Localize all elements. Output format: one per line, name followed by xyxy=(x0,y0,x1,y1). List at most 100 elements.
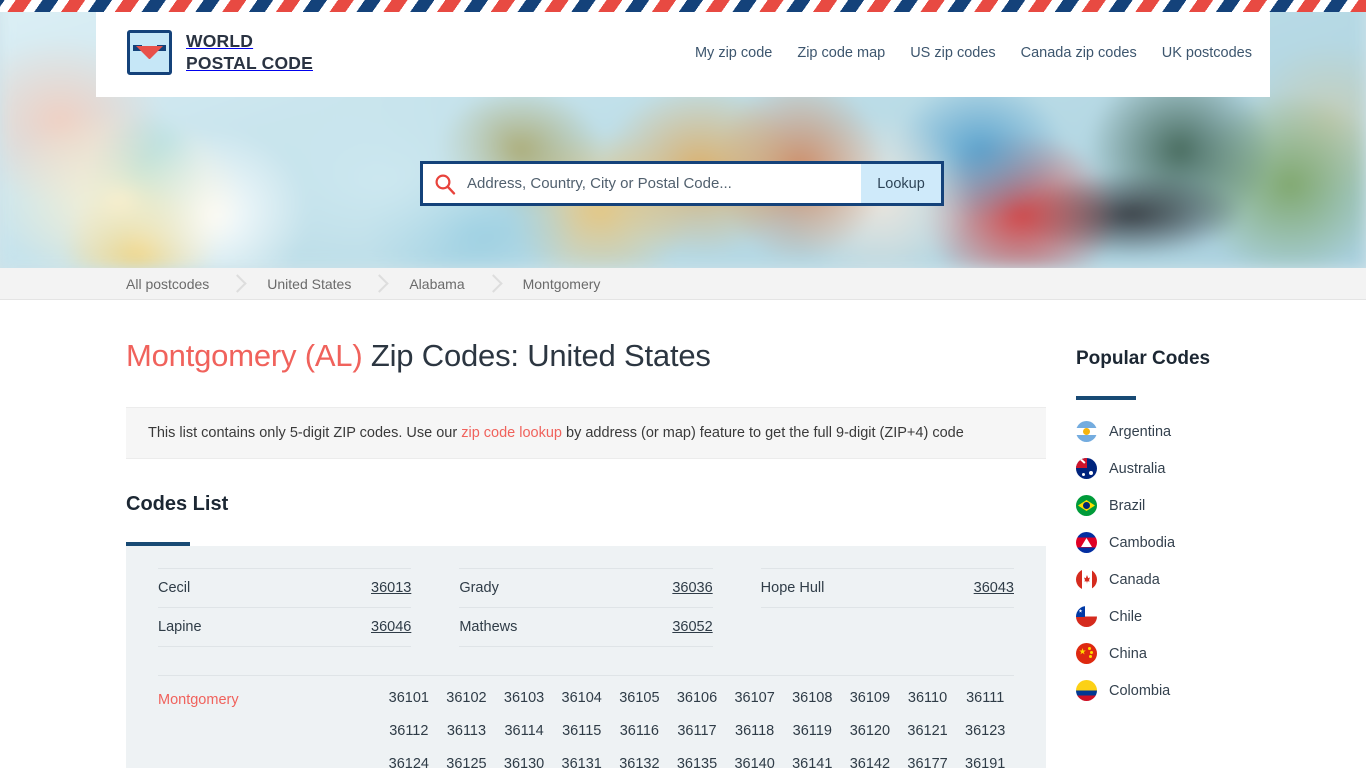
zip-code-link[interactable]: 36113 xyxy=(438,723,496,739)
zip-code-link[interactable]: 36115 xyxy=(553,723,611,739)
zip-code-link[interactable]: 36013 xyxy=(371,580,411,596)
zip-code-link[interactable]: 36132 xyxy=(611,756,669,768)
zip-code-link[interactable]: 36125 xyxy=(438,756,496,768)
sidebar-item-argentina[interactable]: Argentina xyxy=(1076,421,1340,442)
chevron-right-icon xyxy=(465,268,523,300)
zip-code-link[interactable]: 36191 xyxy=(956,756,1014,768)
zip-code-link[interactable]: 36120 xyxy=(841,723,899,739)
sidebar-item-label: Canada xyxy=(1109,571,1160,588)
zip-code-link[interactable]: 36119 xyxy=(783,723,841,739)
zip-code-link[interactable]: 36103 xyxy=(495,690,553,706)
zip-code-link[interactable]: 36118 xyxy=(726,723,784,739)
main-nav: My zip code Zip code map US zip codes Ca… xyxy=(695,45,1252,61)
notice-text-after: by address (or map) feature to get the f… xyxy=(562,425,964,441)
zip-code-link[interactable]: 36046 xyxy=(371,619,411,635)
zip-code-link[interactable]: 36116 xyxy=(611,723,669,739)
page-title-highlight: Montgomery (AL) xyxy=(126,338,363,373)
codes-column-1: Cecil 36013 Lapine 36046 xyxy=(158,568,412,647)
zip-code-link[interactable]: 36114 xyxy=(495,723,553,739)
search-bar: Lookup xyxy=(420,161,944,206)
nav-item-my-zip-code[interactable]: My zip code xyxy=(695,45,772,61)
brand-logo[interactable]: WORLD POSTAL CODE xyxy=(127,30,313,75)
zip-code-link[interactable]: 36111 xyxy=(956,690,1014,706)
zip-code-link[interactable]: 36117 xyxy=(668,723,726,739)
zip-code-link[interactable]: 36105 xyxy=(611,690,669,706)
zip-code-link[interactable]: 36052 xyxy=(672,619,712,635)
chevron-right-icon xyxy=(351,268,409,300)
nav-item-us-zip-codes[interactable]: US zip codes xyxy=(910,45,995,61)
zip-code-link[interactable]: 36124 xyxy=(380,756,438,768)
zip-code-link[interactable]: 36043 xyxy=(974,580,1014,596)
sidebar-item-brazil[interactable]: Brazil xyxy=(1076,495,1340,516)
page-title: Montgomery (AL) Zip Codes: United States xyxy=(126,338,1046,374)
table-row: Lapine 36046 xyxy=(158,608,412,647)
zip-code-link[interactable]: 36121 xyxy=(899,723,957,739)
zip-code-link[interactable]: 36101 xyxy=(380,690,438,706)
place-link[interactable]: Hope Hull xyxy=(761,580,825,596)
hero-banner: WORLD POSTAL CODE My zip code Zip code m… xyxy=(0,0,1366,268)
flag-colombia-icon xyxy=(1076,680,1097,701)
breadcrumb-item-alabama[interactable]: Alabama xyxy=(409,276,464,292)
sidebar-item-canada[interactable]: Canada xyxy=(1076,569,1340,590)
zip-code-link[interactable]: 36107 xyxy=(726,690,784,706)
codes-column-3: Hope Hull 36043 xyxy=(760,568,1014,647)
flag-china-icon xyxy=(1076,643,1097,664)
zip-code-link[interactable]: 36112 xyxy=(380,723,438,739)
place-link[interactable]: Grady xyxy=(459,580,499,596)
brand-line-1: WORLD xyxy=(186,31,254,52)
zip-code-link[interactable]: 36131 xyxy=(553,756,611,768)
envelope-icon xyxy=(127,30,172,75)
sidebar-item-colombia[interactable]: Colombia xyxy=(1076,680,1340,701)
zip-code-link[interactable]: 36108 xyxy=(783,690,841,706)
zip-code-link[interactable]: 36036 xyxy=(672,580,712,596)
brand-line-2: POSTAL CODE xyxy=(186,52,313,73)
table-row: Hope Hull 36043 xyxy=(760,568,1014,608)
table-row: Cecil 36013 xyxy=(158,568,412,608)
nav-item-canada-zip-codes[interactable]: Canada zip codes xyxy=(1021,45,1137,61)
sidebar-item-chile[interactable]: Chile xyxy=(1076,606,1340,627)
codes-column-2: Grady 36036 Mathews 36052 xyxy=(459,568,713,647)
flag-brazil-icon xyxy=(1076,495,1097,516)
zip-code-link[interactable]: 36142 xyxy=(841,756,899,768)
sidebar-accent-bar xyxy=(1076,396,1136,400)
flag-chile-icon xyxy=(1076,606,1097,627)
zip-code-link[interactable]: 36110 xyxy=(899,690,957,706)
breadcrumb-item-united-states[interactable]: United States xyxy=(267,276,351,292)
site-header: WORLD POSTAL CODE My zip code Zip code m… xyxy=(96,8,1270,97)
zip-code-link[interactable]: 36102 xyxy=(438,690,496,706)
sidebar-item-label: Australia xyxy=(1109,460,1166,477)
sidebar-title: Popular Codes xyxy=(1076,348,1211,369)
table-row: Mathews 36052 xyxy=(459,608,713,647)
place-link[interactable]: Cecil xyxy=(158,580,190,596)
zip-code-link[interactable]: 36106 xyxy=(668,690,726,706)
brand-text: WORLD POSTAL CODE xyxy=(186,31,313,74)
notice-text-before: This list contains only 5-digit ZIP code… xyxy=(148,425,462,441)
breadcrumb-item-montgomery: Montgomery xyxy=(522,275,601,292)
breadcrumb-item-all-postcodes[interactable]: All postcodes xyxy=(126,276,209,292)
place-link[interactable]: Lapine xyxy=(158,619,202,635)
sidebar: Popular Codes Argentina Australia Brazil Ca… xyxy=(1076,300,1340,768)
search-input[interactable] xyxy=(467,164,861,203)
flag-cambodia-icon xyxy=(1076,532,1097,553)
zip-code-link[interactable]: 36177 xyxy=(899,756,957,768)
sidebar-item-australia[interactable]: Australia xyxy=(1076,458,1340,479)
zip-code-link[interactable]: 36140 xyxy=(726,756,784,768)
zip-code-link[interactable]: 36109 xyxy=(841,690,899,706)
sidebar-item-china[interactable]: China xyxy=(1076,643,1340,664)
airmail-stripe-decoration xyxy=(0,0,1366,12)
zip-code-link[interactable]: 36130 xyxy=(495,756,553,768)
zip-code-link[interactable]: 36123 xyxy=(956,723,1014,739)
sidebar-item-cambodia[interactable]: Cambodia xyxy=(1076,532,1340,553)
nav-item-zip-code-map[interactable]: Zip code map xyxy=(797,45,885,61)
zip-code-lookup-link[interactable]: zip code lookup xyxy=(461,425,562,441)
sidebar-item-label: Brazil xyxy=(1109,497,1146,514)
zip-code-link[interactable]: 36141 xyxy=(783,756,841,768)
zip-code-link[interactable]: 36135 xyxy=(668,756,726,768)
lookup-button[interactable]: Lookup xyxy=(861,164,941,203)
popular-codes-list: Argentina Australia Brazil Cambodia Canada Ch… xyxy=(1076,421,1340,701)
place-link-montgomery[interactable]: Montgomery xyxy=(158,690,380,768)
zip-code-link[interactable]: 36104 xyxy=(553,690,611,706)
page-title-rest: Zip Codes: United States xyxy=(362,338,711,373)
place-link[interactable]: Mathews xyxy=(459,619,517,635)
nav-item-uk-postcodes[interactable]: UK postcodes xyxy=(1162,45,1252,61)
